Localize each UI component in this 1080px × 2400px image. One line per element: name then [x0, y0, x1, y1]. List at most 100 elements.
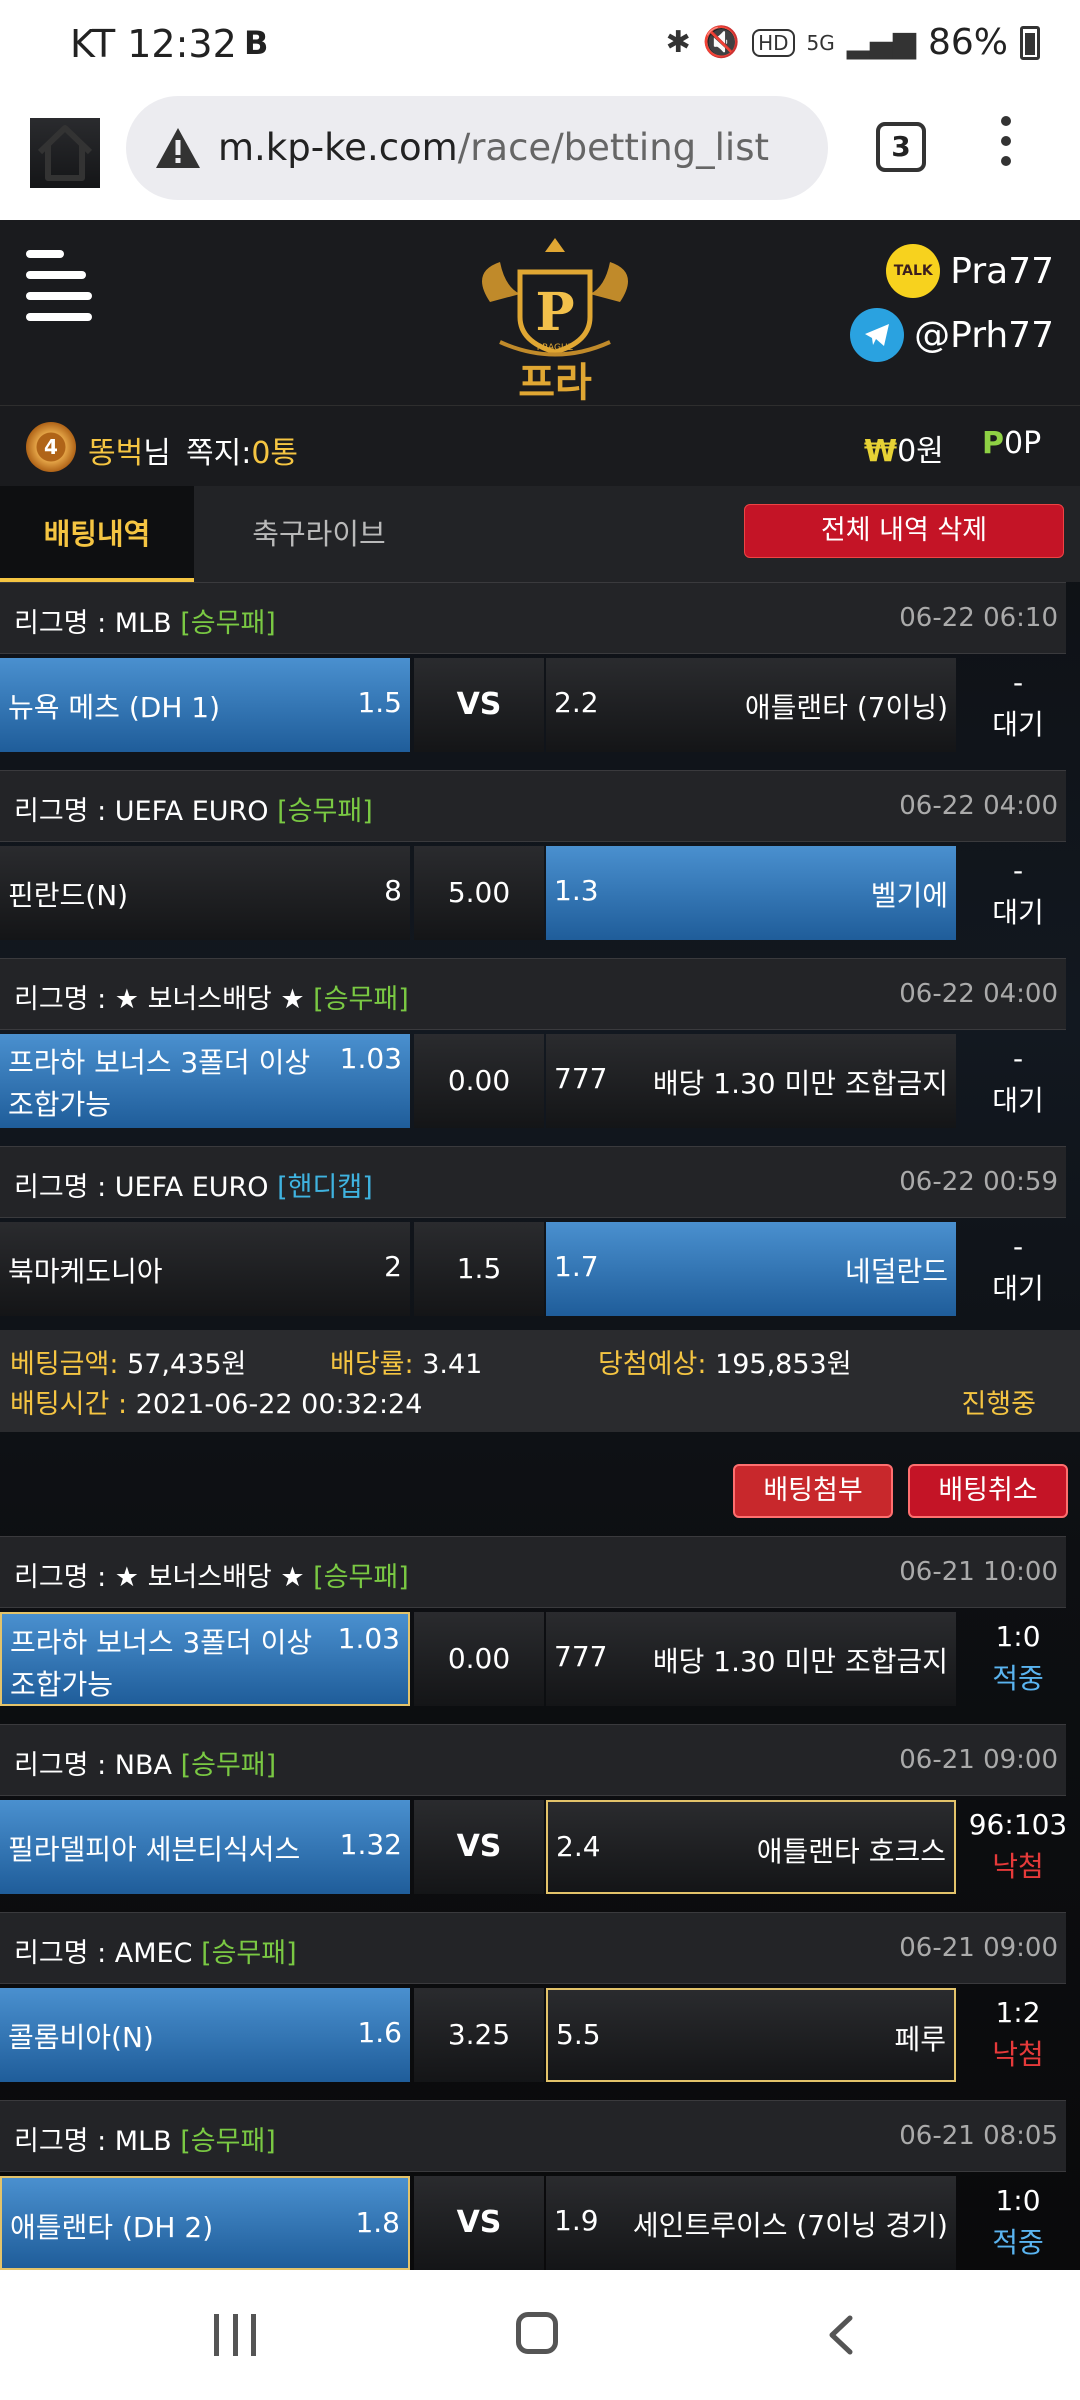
league-name: 리그명 : MLB — [14, 2126, 172, 2157]
svg-text:P: P — [535, 282, 574, 343]
league-row: 리그명 : UEFA EURO [핸디캡] 06-22 00:59 — [0, 1146, 1066, 1218]
message-count[interactable]: 쪽지:0통 — [186, 428, 298, 472]
away-pick[interactable]: 5.5 페루 — [546, 1988, 956, 2082]
away-pick[interactable]: 2.2 애틀랜타 (7이닝) — [546, 658, 956, 752]
league-name: 리그명 : UEFA EURO — [14, 796, 269, 827]
url-path: /race/betting_list — [457, 126, 769, 169]
match-result: 1:0 적중 — [992, 1620, 1044, 1695]
match-row: 뉴욕 메츠 (DH 1) 1.5 VS 2.2 애틀랜타 (7이닝) - 대기 — [0, 658, 1080, 754]
network-5g-icon: 5G — [806, 30, 835, 55]
bet-type: [핸디캡] — [277, 1172, 373, 1203]
attach-bet-button[interactable]: 배팅첨부 — [733, 1464, 893, 1518]
tab-soccer-live[interactable]: 축구라이브 — [214, 486, 424, 582]
league-row: 리그명 : UEFA EURO [승무패] 06-22 04:00 — [0, 770, 1066, 842]
draw-pick[interactable]: 0.00 — [414, 1612, 544, 1706]
money-balance[interactable]: ₩0원 — [864, 426, 944, 470]
away-pick[interactable]: 777 배당 1.30 미만 조합금지 — [546, 1612, 956, 1706]
telegram-contact[interactable]: @Prh77 — [850, 308, 1054, 362]
system-nav-bar — [0, 2270, 1080, 2400]
draw-pick[interactable]: 1.5 — [414, 1222, 544, 1316]
home-pick[interactable]: 핀란드(N) 8 — [0, 846, 410, 940]
telegram-id: @Prh77 — [914, 314, 1054, 356]
tab-switcher-button[interactable]: 3 — [876, 122, 926, 172]
recent-apps-icon[interactable] — [214, 2314, 256, 2356]
bet-status: 진행중 — [961, 1389, 1036, 1420]
bet-type: [승무패] — [313, 1562, 409, 1593]
draw-pick[interactable]: VS — [414, 1800, 544, 1894]
telegram-icon — [850, 308, 905, 362]
match-result: 1:2 낙첨 — [992, 1996, 1044, 2071]
home-icon[interactable] — [30, 118, 100, 188]
browser-toolbar: m.kp-ke.com/race/betting_list 3 — [0, 90, 1080, 220]
match-time: 06-22 00:59 — [899, 1167, 1058, 1197]
match-time: 06-22 04:00 — [899, 791, 1058, 821]
match-result: - 대기 — [992, 854, 1044, 929]
draw-pick[interactable]: 5.00 — [414, 846, 544, 940]
back-icon[interactable] — [826, 2314, 856, 2356]
battery-percent: 86% — [927, 22, 1008, 63]
point-balance[interactable]: P0P — [982, 426, 1041, 461]
match-result: - 대기 — [992, 666, 1044, 741]
match-time: 06-21 09:00 — [899, 1933, 1058, 1963]
hd-icon: HD — [752, 28, 795, 57]
home-pick[interactable]: 필라델피아 세븐티식서스 1.32 — [0, 1800, 410, 1894]
match-time: 06-21 09:00 — [899, 1745, 1058, 1775]
home-pick[interactable]: 프라하 보너스 3폴더 이상 조합가능 1.03 — [0, 1034, 410, 1128]
match-result: 96:103 낙첨 — [968, 1808, 1068, 1883]
url-domain: m.kp-ke.com — [218, 126, 458, 169]
draw-pick[interactable]: 3.25 — [414, 1988, 544, 2082]
bluetooth-icon: ✱ — [665, 25, 691, 60]
battery-icon — [1020, 25, 1040, 60]
home-pick[interactable]: 뉴욕 메츠 (DH 1) 1.5 — [0, 658, 410, 752]
match-result: - 대기 — [992, 1042, 1044, 1117]
tab-bar: 배팅내역 축구라이브 전체 내역 삭제 — [0, 486, 1080, 582]
url-text[interactable]: m.kp-ke.com/race/betting_list — [218, 126, 769, 169]
home-pick[interactable]: 프라하 보너스 3폴더 이상 조합가능 1.03 — [0, 1612, 410, 1706]
match-result: - 대기 — [992, 1230, 1044, 1305]
draw-pick[interactable]: VS — [414, 658, 544, 752]
league-name: 리그명 : UEFA EURO — [14, 1172, 269, 1203]
match-row: 콜롬비아(N) 1.6 3.25 5.5 페루 1:2 낙첨 — [0, 1988, 1080, 2084]
expected-win: 195,853원 — [715, 1349, 852, 1380]
home-pick[interactable]: 북마케도니아 2 — [0, 1222, 410, 1316]
draw-pick[interactable]: 0.00 — [414, 1034, 544, 1128]
league-name: 리그명 : AMEC — [14, 1938, 193, 1969]
league-name: 리그명 : MLB — [14, 608, 172, 639]
more-menu-icon[interactable] — [994, 116, 1018, 176]
draw-pick[interactable]: VS — [414, 2176, 544, 2270]
away-pick[interactable]: 777 배당 1.30 미만 조합금지 — [546, 1034, 956, 1128]
league-row: 리그명 : NBA [승무패] 06-21 09:00 — [0, 1724, 1066, 1796]
match-row: 북마케도니아 2 1.5 1.7 네덜란드 - 대기 — [0, 1222, 1080, 1318]
address-bar[interactable]: m.kp-ke.com/race/betting_list — [126, 96, 828, 200]
match-row: 필라델피아 세븐티식서스 1.32 VS 2.4 애틀랜타 호크스 96:103 낙첨 — [0, 1800, 1080, 1896]
away-pick[interactable]: 1.3 벨기에 — [546, 846, 956, 940]
user-name[interactable]: 똥벅님 — [88, 428, 171, 472]
league-row: 리그명 : MLB [승무패] 06-21 08:05 — [0, 2100, 1066, 2172]
away-pick[interactable]: 2.4 애틀랜타 호크스 — [546, 1800, 956, 1894]
match-row: 애틀랜타 (DH 2) 1.8 VS 1.9 세인트루이스 (7이닝 경기) 1:0… — [0, 2176, 1080, 2270]
status-time: KT 12:32 — [70, 22, 237, 66]
cancel-bet-button[interactable]: 배팅취소 — [908, 1464, 1068, 1518]
warning-icon[interactable] — [154, 126, 202, 170]
kakao-contact[interactable]: TALK Pra77 — [886, 244, 1054, 298]
user-bar: 4 똥벅님 쪽지:0통 ₩0원 P0P — [0, 406, 1080, 486]
home-pick[interactable]: 콜롬비아(N) 1.6 — [0, 1988, 410, 2082]
league-name: 리그명 : ★ 보너스배당 ★ — [14, 1562, 305, 1593]
hamburger-menu-icon[interactable] — [26, 250, 92, 321]
kakao-talk-icon: TALK — [886, 244, 941, 298]
league-row: 리그명 : ★ 보너스배당 ★ [승무패] 06-22 04:00 — [0, 958, 1066, 1030]
home-button-icon[interactable] — [516, 2312, 558, 2354]
level-badge-icon: 4 — [26, 422, 76, 472]
match-time: 06-22 06:10 — [899, 603, 1058, 633]
match-result: 1:0 적중 — [992, 2184, 1044, 2259]
tab-betting-history[interactable]: 배팅내역 — [0, 486, 194, 582]
mute-icon: 🔇 — [702, 25, 741, 60]
away-pick[interactable]: 1.9 세인트루이스 (7이닝 경기) — [546, 2176, 956, 2270]
site-header: P PRAGUE 프라하 TALK Pra77 @Prh77 — [0, 220, 1080, 464]
away-pick[interactable]: 1.7 네덜란드 — [546, 1222, 956, 1316]
bet-type: [승무패] — [180, 1750, 277, 1781]
delete-all-button[interactable]: 전체 내역 삭제 — [744, 504, 1064, 558]
won-icon: ₩ — [864, 434, 898, 469]
kakao-id: Pra77 — [950, 250, 1054, 292]
home-pick[interactable]: 애틀랜타 (DH 2) 1.8 — [0, 2176, 410, 2270]
